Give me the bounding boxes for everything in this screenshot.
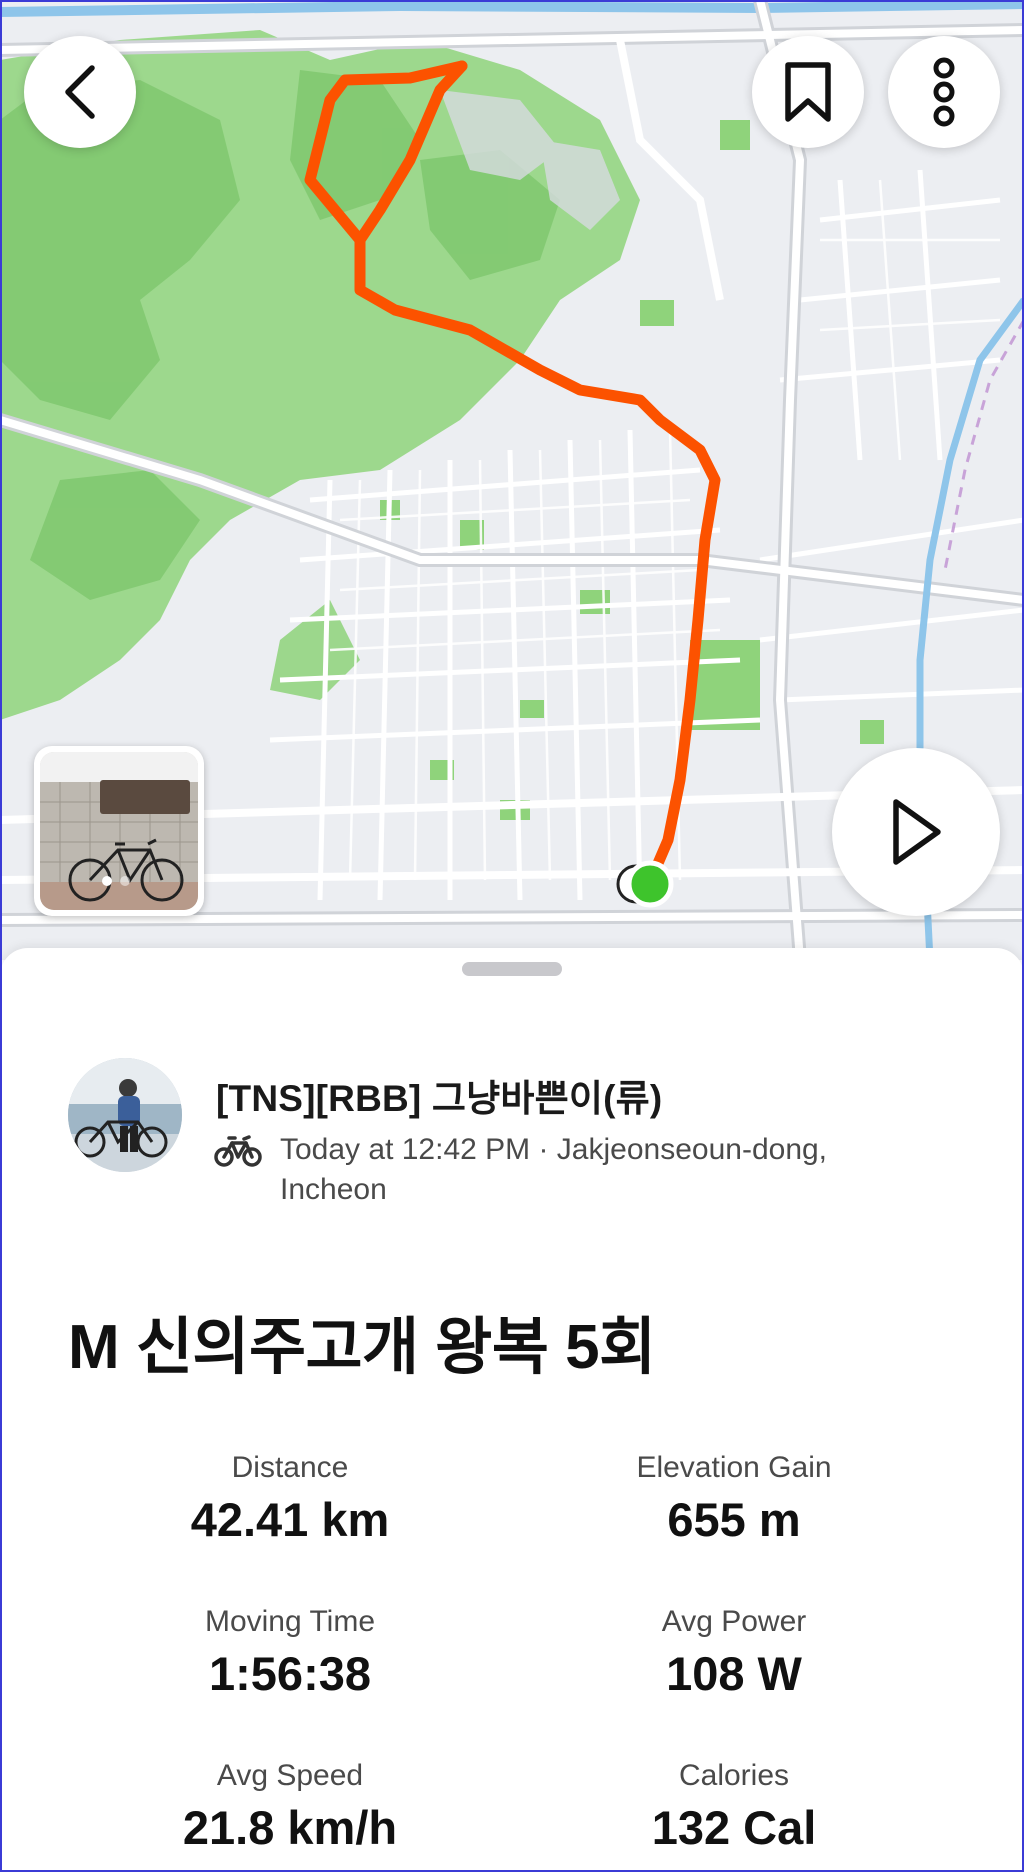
activity-date-location: Today at 12:42 PM · Jakjeonseoun-dong, I… [280, 1133, 828, 1206]
stat-label: Avg Power [661, 1605, 807, 1638]
stat-value: 42.41 km [190, 1493, 390, 1546]
bike-photo-image [40, 752, 198, 910]
bookmark-button[interactable] [752, 36, 864, 148]
back-button[interactable] [24, 36, 136, 148]
avatar-image [68, 1058, 182, 1172]
stat-value: 132 Cal [651, 1801, 817, 1854]
play-icon [893, 799, 941, 865]
more-options-button[interactable] [888, 36, 1000, 148]
chevron-left-icon [65, 65, 95, 119]
stat-label: Calories [678, 1759, 790, 1792]
photo-pager-dots [102, 876, 130, 886]
activity-details-sheet: [TNS][RBB] 그냥바쁜이(류) Today at 12:42 PM · … [0, 948, 1024, 1872]
stat-value: 1:56:38 [209, 1647, 371, 1700]
stat-label: Avg Speed [216, 1759, 364, 1792]
more-vertical-icon [933, 57, 955, 127]
activity-title: M 신의주고개 왕복 5회 [68, 1313, 656, 1382]
stat-moving-time: Moving Time 1:56:38 [80, 1602, 500, 1706]
stat-distance: Distance 42.41 km [80, 1448, 500, 1552]
activity-photo-thumbnail[interactable] [34, 746, 204, 916]
stat-value: 108 W [666, 1647, 802, 1700]
stat-elevation-gain: Elevation Gain 655 m [524, 1448, 944, 1552]
stat-label: Distance [231, 1451, 349, 1484]
sheet-drag-handle[interactable] [462, 962, 562, 976]
play-flyover-button[interactable] [832, 748, 1000, 916]
stat-calories: Calories 132 Cal [524, 1756, 944, 1860]
athlete-avatar[interactable] [68, 1058, 182, 1172]
stat-avg-speed: Avg Speed 21.8 km/h [80, 1756, 500, 1860]
athlete-name[interactable]: [TNS][RBB] 그냥바쁜이(류) [216, 1068, 662, 1122]
end-marker [626, 860, 674, 908]
stat-value: 655 m [667, 1493, 801, 1546]
bike-icon [214, 1135, 262, 1167]
stat-label: Moving Time [204, 1605, 376, 1638]
route-map[interactable] [0, 0, 1024, 960]
stat-value: 21.8 km/h [182, 1801, 398, 1854]
bookmark-icon [785, 62, 831, 122]
stat-label: Elevation Gain [636, 1451, 832, 1484]
stat-avg-power: Avg Power 108 W [524, 1602, 944, 1706]
